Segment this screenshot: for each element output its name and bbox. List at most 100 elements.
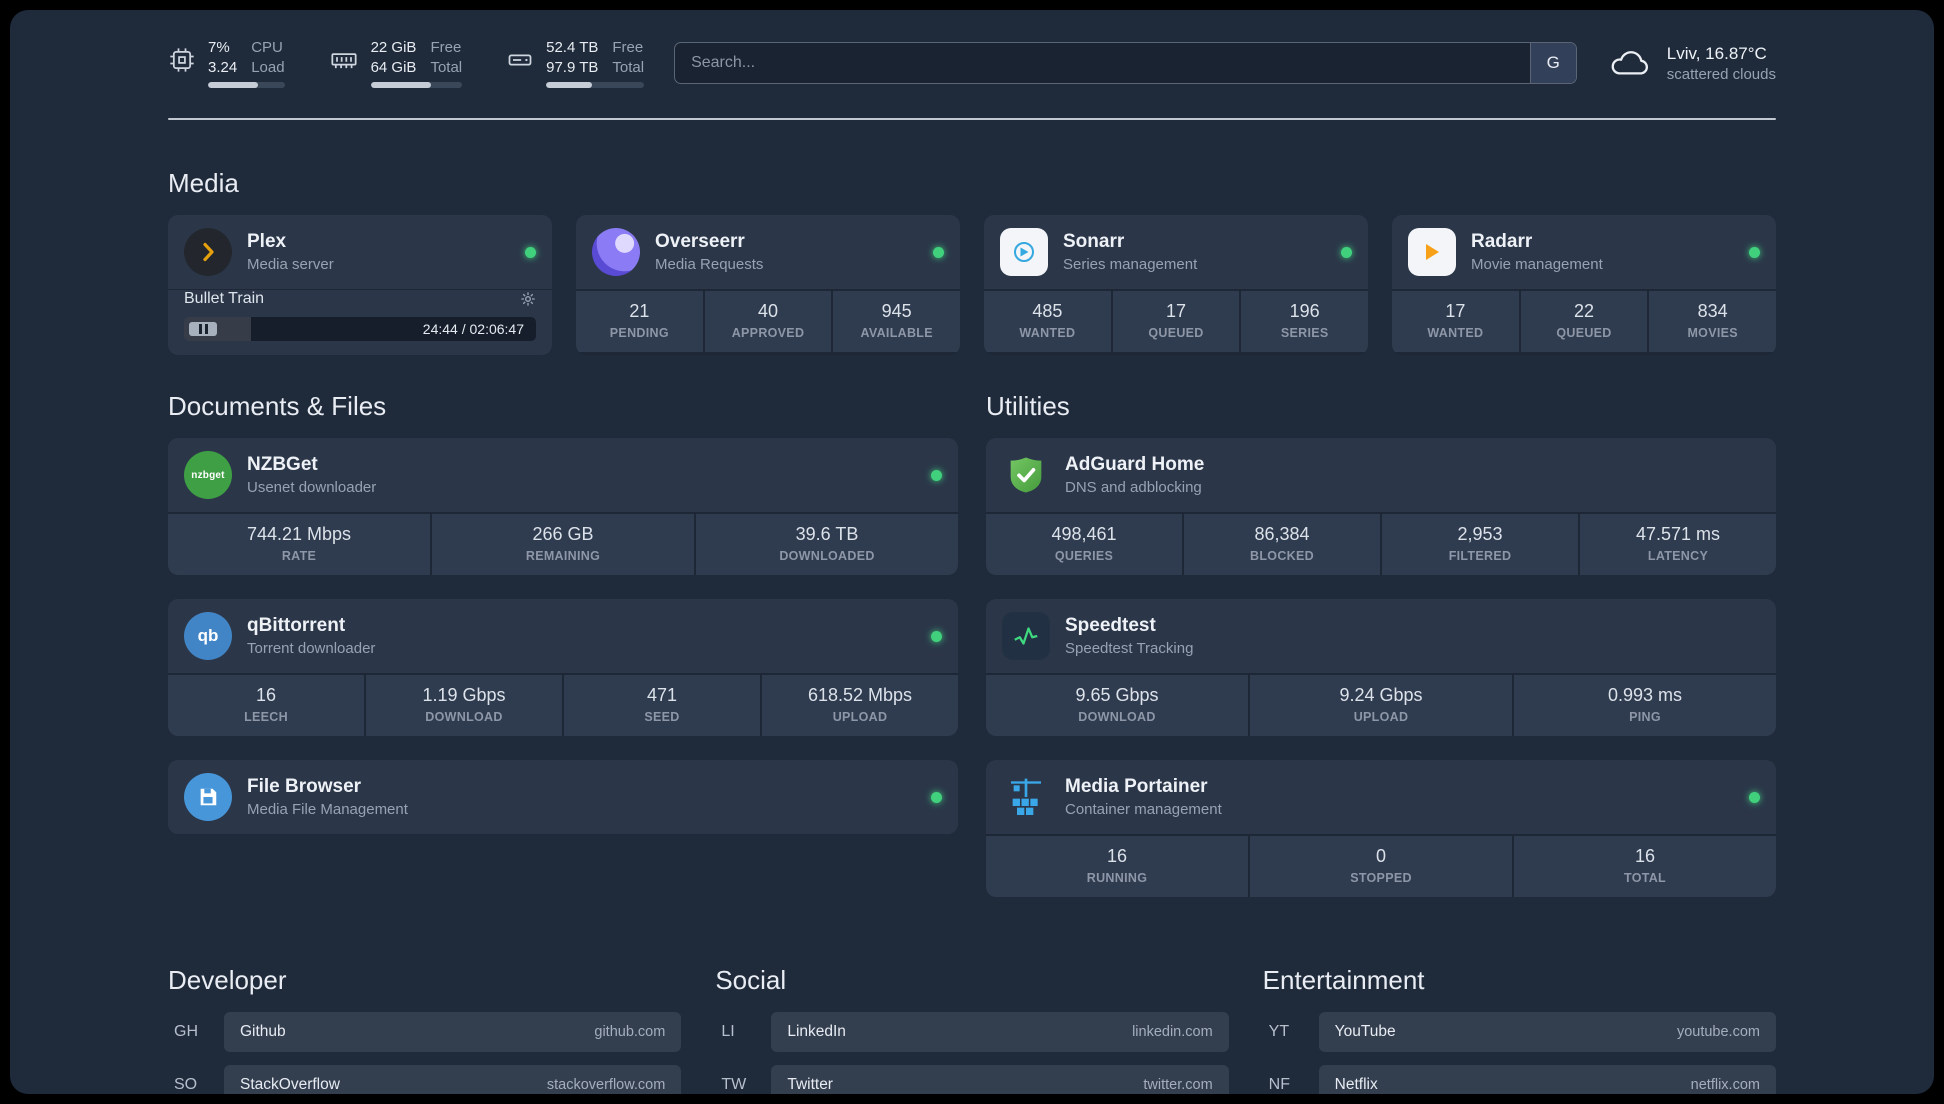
bookmark-netflix[interactable]: NF Netflix netflix.com xyxy=(1263,1065,1776,1094)
search-bar[interactable]: G xyxy=(674,42,1577,84)
bookmark-stackoverflow[interactable]: SO StackOverflow stackoverflow.com xyxy=(168,1065,682,1094)
bookmark-name: LinkedIn xyxy=(787,1023,846,1040)
sonarr-card[interactable]: Sonarr Series management 485 WANTED 17 Q… xyxy=(984,215,1368,355)
speedtest-title: Speedtest xyxy=(1065,615,1156,636)
bookmark-linkedin[interactable]: LI LinkedIn linkedin.com xyxy=(715,1012,1229,1052)
bookmark-abbr: LI xyxy=(721,1023,735,1040)
bookmark-twitter[interactable]: TW Twitter twitter.com xyxy=(715,1065,1229,1094)
stat-label: SEED xyxy=(644,710,680,724)
stat-downloaded: 39.6 TB DOWNLOADED xyxy=(696,514,958,575)
overseerr-title: Overseerr xyxy=(655,231,745,252)
bookmark-link[interactable]: LinkedIn linkedin.com xyxy=(771,1012,1229,1052)
bookmark-domain: twitter.com xyxy=(1143,1077,1213,1093)
cpu-meter-fill xyxy=(208,82,258,88)
bookmark-domain: youtube.com xyxy=(1676,1024,1760,1040)
stat-value: 471 xyxy=(646,685,678,705)
memory-label-top: Free xyxy=(430,39,462,56)
stat-movies: 834 MOVIES xyxy=(1649,291,1776,352)
stat-label: REMAINING xyxy=(525,549,601,563)
nzbget-card[interactable]: nzbget NZBGet Usenet downloader 744.21 M… xyxy=(168,438,958,575)
section-social: Social LI LinkedIn linkedin.com TW Twitt… xyxy=(715,921,1229,1094)
qbittorrent-icon-text: qb xyxy=(197,626,219,645)
bookmark-domain: netflix.com xyxy=(1690,1077,1760,1093)
stat-blocked: 86,384 BLOCKED xyxy=(1184,514,1380,575)
sonarr-title: Sonarr xyxy=(1063,231,1125,252)
header-divider xyxy=(168,118,1776,120)
radarr-status-dot xyxy=(1749,246,1760,258)
cpu-widget: 7% 3.24 CPU Load xyxy=(168,38,285,88)
stat-value: 47.571 ms xyxy=(1635,524,1721,544)
search-provider-button[interactable]: G xyxy=(1529,43,1576,83)
adguard-card[interactable]: AdGuard Home DNS and adblocking 498,461 … xyxy=(986,438,1776,575)
bookmark-link[interactable]: Github github.com xyxy=(224,1012,682,1052)
stat-value: 0 xyxy=(1375,846,1386,866)
playback-progress-bar[interactable]: 24:44 / 02:06:47 xyxy=(184,317,536,341)
bookmark-github[interactable]: GH Github github.com xyxy=(168,1012,682,1052)
portainer-icon xyxy=(1002,773,1050,821)
plex-card[interactable]: Plex Media server Bullet Train 24:44 / 0… xyxy=(168,215,552,355)
qbittorrent-icon: qb xyxy=(184,612,232,660)
stat-label: DOWNLOADED xyxy=(779,549,875,563)
stat-latency: 47.571 ms LATENCY xyxy=(1580,514,1776,575)
stat-remaining: 266 GB REMAINING xyxy=(432,514,694,575)
stat-value: 16 xyxy=(255,685,277,705)
portainer-card[interactable]: Media Portainer Container management 16 … xyxy=(986,760,1776,897)
stat-total: 16 TOTAL xyxy=(1514,836,1776,897)
filebrowser-subtitle: Media File Management xyxy=(247,801,408,818)
stat-value: 22 xyxy=(1573,301,1595,321)
weather-widget: Lviv, 16.87°C scattered clouds xyxy=(1607,44,1776,83)
bookmark-link[interactable]: StackOverflow stackoverflow.com xyxy=(224,1065,682,1094)
disk-widget: 52.4 TB 97.9 TB Free Total xyxy=(506,38,645,88)
search-input[interactable] xyxy=(675,43,1530,83)
bookmark-link[interactable]: YouTube youtube.com xyxy=(1318,1012,1776,1052)
stat-available: 945 AVAILABLE xyxy=(833,291,960,352)
disk-meter xyxy=(546,82,645,88)
top-bar: 7% 3.24 CPU Load 22 GiB 64 GiB Free Tota… xyxy=(168,34,1776,92)
overseerr-card[interactable]: Overseerr Media Requests 21 PENDING 40 A… xyxy=(576,215,960,355)
nzbget-icon: nzbget xyxy=(184,451,232,499)
disk-label-bottom: Total xyxy=(612,58,645,76)
bookmark-link[interactable]: Netflix netflix.com xyxy=(1318,1065,1776,1094)
portainer-title: Media Portainer xyxy=(1065,776,1208,797)
stat-label: DOWNLOAD xyxy=(1078,710,1156,724)
cpu-icon xyxy=(168,46,196,74)
stat-value: 9.24 Gbps xyxy=(1339,685,1423,705)
stat-value: 485 xyxy=(1032,301,1063,321)
bookmark-name: YouTube xyxy=(1334,1023,1396,1040)
filebrowser-card[interactable]: File Browser Media File Management xyxy=(168,760,958,834)
now-playing-title: Bullet Train xyxy=(184,290,265,307)
bookmark-abbr: GH xyxy=(174,1023,198,1040)
qbittorrent-card[interactable]: qb qBittorrent Torrent downloader 16 LEE… xyxy=(168,599,958,736)
stat-approved: 40 APPROVED xyxy=(704,291,832,352)
pause-icon[interactable] xyxy=(189,322,217,336)
stat-label: QUEUED xyxy=(1556,326,1612,340)
stat-wanted: 17 WANTED xyxy=(1392,291,1519,352)
stat-running: 16 RUNNING xyxy=(986,836,1248,897)
plex-title: Plex xyxy=(247,231,287,252)
stat-value: 498,461 xyxy=(1051,524,1117,544)
weather-location: Lviv, 16.87°C xyxy=(1666,43,1767,63)
bookmark-link[interactable]: Twitter twitter.com xyxy=(771,1065,1229,1094)
stat-value: 16 xyxy=(1634,846,1656,866)
plex-status-dot xyxy=(525,246,536,258)
stat-upload: 618.52 Mbps UPLOAD xyxy=(762,675,958,736)
nzbget-title: NZBGet xyxy=(247,454,318,475)
filebrowser-status-dot xyxy=(931,791,942,803)
cpu-load-value: 3.24 xyxy=(208,58,238,76)
cpu-meter xyxy=(208,82,285,88)
stat-label: UPLOAD xyxy=(1353,710,1409,724)
gear-icon[interactable] xyxy=(520,291,536,307)
speedtest-card[interactable]: Speedtest Speedtest Tracking 9.65 Gbps D… xyxy=(986,599,1776,736)
stat-wanted: 485 WANTED xyxy=(984,291,1111,352)
bookmark-youtube[interactable]: YT YouTube youtube.com xyxy=(1263,1012,1776,1052)
stat-stopped: 0 STOPPED xyxy=(1250,836,1512,897)
adguard-icon xyxy=(1002,451,1050,499)
stat-value: 17 xyxy=(1445,301,1466,321)
stat-label: APPROVED xyxy=(731,326,805,340)
overseerr-subtitle: Media Requests xyxy=(655,256,764,273)
qbittorrent-subtitle: Torrent downloader xyxy=(247,640,376,657)
adguard-subtitle: DNS and adblocking xyxy=(1065,479,1202,496)
stat-value: 618.52 Mbps xyxy=(807,685,913,705)
section-documents: Documents & Files nzbget NZBGet Usenet d… xyxy=(168,355,958,858)
radarr-card[interactable]: Radarr Movie management 17 WANTED 22 QUE… xyxy=(1392,215,1776,355)
